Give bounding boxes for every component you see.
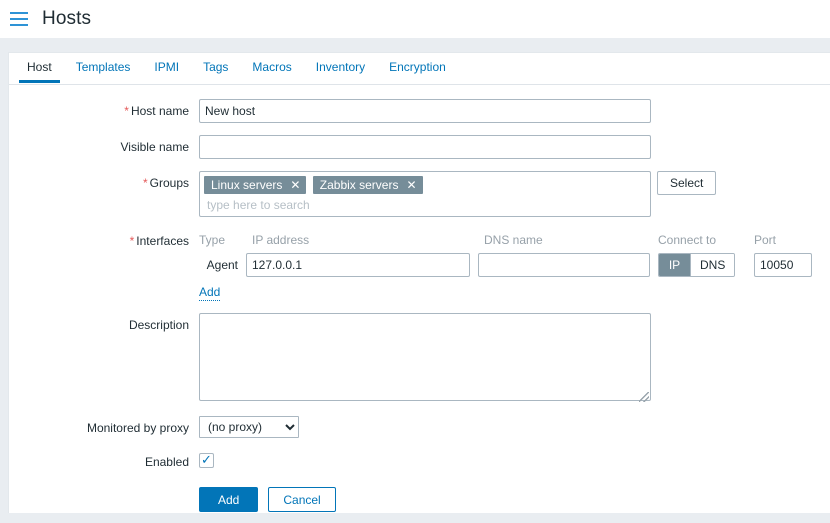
group-chip-zabbix-servers[interactable]: Zabbix servers ✕ bbox=[312, 176, 423, 194]
hamburger-bar bbox=[10, 12, 28, 14]
add-interface-link[interactable]: Add bbox=[199, 285, 221, 301]
interfaces-label: * Interfaces bbox=[129, 234, 189, 248]
column-header-port: Port bbox=[754, 233, 777, 247]
enabled-label: Enabled bbox=[144, 455, 189, 469]
interface-ip-input[interactable] bbox=[246, 253, 470, 277]
host-form: *Host name Visible name *Groups Linux se… bbox=[9, 85, 830, 512]
content-panel: Host Templates IPMI Tags Macros Inventor… bbox=[8, 52, 830, 513]
field-row-monitored-by-proxy: Monitored by proxy (no proxy) bbox=[9, 416, 830, 438]
group-chip-label: Linux servers bbox=[211, 178, 283, 192]
column-header-type: Type bbox=[199, 233, 226, 247]
interface-port-input[interactable] bbox=[754, 253, 812, 277]
tab-encryption[interactable]: Encryption bbox=[377, 53, 458, 82]
group-chip-linux-servers[interactable]: Linux servers ✕ bbox=[204, 176, 307, 194]
app-header: Hosts bbox=[0, 0, 830, 38]
monitored-by-proxy-select[interactable]: (no proxy) bbox=[199, 416, 299, 438]
check-icon: ✓ bbox=[201, 452, 212, 468]
groups-select-button[interactable]: Select bbox=[657, 171, 717, 195]
field-row-interfaces: * Interfaces Type IP address DNS name Con… bbox=[9, 229, 830, 301]
interface-dns-input[interactable] bbox=[478, 253, 650, 277]
field-row-enabled: Enabled ✓ bbox=[9, 450, 830, 469]
field-row-visible-name: Visible name bbox=[9, 135, 830, 159]
page-title: Hosts bbox=[42, 8, 92, 29]
hamburger-menu-icon[interactable] bbox=[10, 12, 28, 26]
hamburger-bar bbox=[10, 18, 28, 20]
interfaces-header-row: Type IP address DNS name Connect to Port bbox=[199, 231, 814, 249]
connect-to-option-ip[interactable]: IP bbox=[659, 254, 691, 276]
tab-inventory[interactable]: Inventory bbox=[304, 53, 377, 82]
actions-spacer bbox=[9, 487, 199, 492]
field-row-groups: * Groups Linux servers ✕ Zabbix servers ✕… bbox=[9, 171, 830, 217]
visible-name-label: Visible name bbox=[120, 140, 189, 154]
cancel-button[interactable]: Cancel bbox=[268, 487, 336, 512]
form-actions: Add Cancel bbox=[9, 487, 830, 512]
field-row-description: Description bbox=[9, 313, 830, 404]
host-name-label: * Host name bbox=[124, 104, 189, 118]
tab-templates[interactable]: Templates bbox=[64, 53, 143, 82]
interface-type-label: Agent bbox=[206, 258, 238, 272]
description-textarea[interactable] bbox=[199, 313, 651, 401]
groups-search-input[interactable] bbox=[204, 194, 638, 214]
tab-host[interactable]: Host bbox=[15, 53, 64, 83]
tab-ipmi[interactable]: IPMI bbox=[142, 53, 191, 82]
close-icon[interactable]: ✕ bbox=[406, 179, 416, 191]
tab-tags[interactable]: Tags bbox=[191, 53, 240, 82]
groups-multiselect[interactable]: Linux servers ✕ Zabbix servers ✕ bbox=[199, 171, 651, 217]
tab-macros[interactable]: Macros bbox=[240, 53, 303, 82]
column-header-dns-name: DNS name bbox=[484, 233, 543, 247]
column-header-connect-to: Connect to bbox=[658, 233, 717, 247]
required-asterisk: * bbox=[124, 104, 129, 118]
host-name-input[interactable] bbox=[199, 99, 651, 123]
close-icon[interactable]: ✕ bbox=[290, 179, 300, 191]
hamburger-bar bbox=[10, 24, 28, 26]
required-asterisk: * bbox=[142, 176, 148, 190]
group-chip-label: Zabbix servers bbox=[319, 178, 399, 192]
description-label: Description bbox=[128, 318, 189, 332]
interfaces-table: Type IP address DNS name Connect to Port… bbox=[199, 231, 814, 301]
interface-row: Agent IP DNS bbox=[199, 253, 814, 277]
required-asterisk: * bbox=[129, 234, 135, 248]
connect-to-toggle: IP DNS bbox=[658, 253, 736, 277]
field-row-host-name: * Host name bbox=[9, 99, 830, 123]
submit-add-button[interactable]: Add bbox=[199, 487, 259, 512]
tab-bar: Host Templates IPMI Tags Macros Inventor… bbox=[9, 53, 830, 85]
enabled-checkbox[interactable]: ✓ bbox=[199, 453, 214, 468]
connect-to-option-dns[interactable]: DNS bbox=[691, 254, 735, 276]
column-header-ip-address: IP address bbox=[252, 233, 310, 247]
visible-name-input[interactable] bbox=[199, 135, 651, 159]
monitored-by-proxy-label: Monitored by proxy bbox=[86, 421, 189, 435]
groups-label: * Groups bbox=[142, 176, 189, 190]
